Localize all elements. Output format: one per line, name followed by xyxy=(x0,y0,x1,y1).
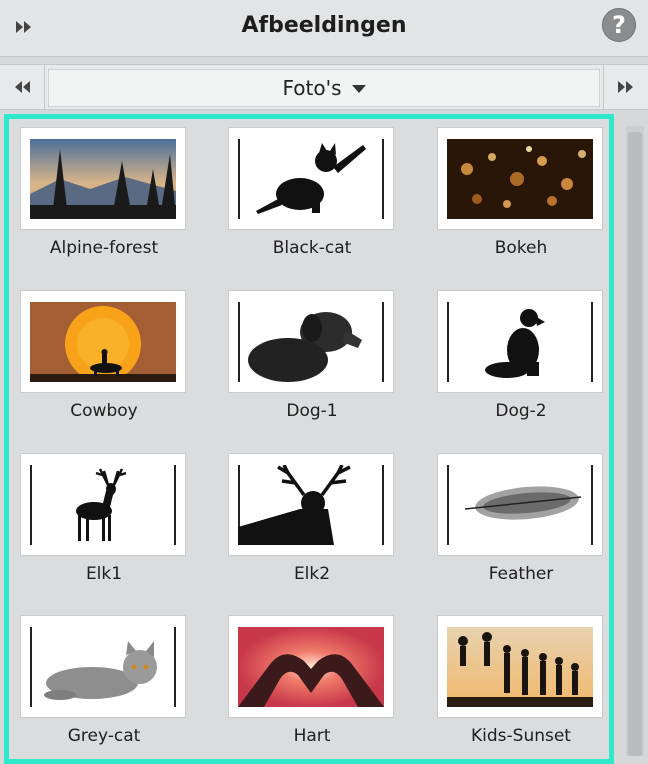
help-icon: ? xyxy=(612,11,626,39)
thumbnail-item[interactable]: Cowboy xyxy=(20,290,188,421)
thumbnail-item[interactable]: Black-cat xyxy=(228,127,396,258)
thumbnail-frame xyxy=(20,127,186,230)
thumbnail-label: Elk1 xyxy=(85,564,123,584)
thumbnail-item[interactable]: Elk2 xyxy=(228,453,396,584)
thumbnail-frame xyxy=(20,290,186,393)
grey-cat-photo xyxy=(30,626,176,707)
thumbnail-frame xyxy=(228,290,394,393)
thumbnail-item[interactable]: Alpine-forest xyxy=(20,127,188,258)
panel-title: Afbeeldingen xyxy=(241,13,407,38)
bokeh-lights-photo xyxy=(447,138,593,219)
thumbnail-label: Elk2 xyxy=(293,564,331,584)
dog-silhouette xyxy=(447,301,593,382)
category-dropdown[interactable]: Foto's xyxy=(48,69,600,107)
next-category-button[interactable] xyxy=(603,65,648,109)
kids-sunset-photo xyxy=(447,626,593,707)
thumbnail-frame xyxy=(228,615,394,718)
thumbnail-item[interactable]: Elk1 xyxy=(20,453,188,584)
thumbnail-label: Dog-1 xyxy=(286,401,338,421)
thumbnail-frame xyxy=(20,453,186,556)
thumbnail-label: Bokeh xyxy=(494,238,548,258)
thumbnail-frame xyxy=(437,290,603,393)
thumbnail-frame xyxy=(437,615,603,718)
feather-photo xyxy=(447,464,593,545)
elk-silhouette xyxy=(30,464,176,545)
double-chevron-left-icon xyxy=(15,81,30,93)
alpine-forest-photo xyxy=(30,138,176,219)
scrollbar-thumb[interactable] xyxy=(628,132,642,756)
double-chevron-right-icon xyxy=(618,81,633,93)
thumbnail-label: Grey-cat xyxy=(67,726,141,746)
help-button[interactable]: ? xyxy=(602,8,636,42)
previous-category-button[interactable] xyxy=(0,65,45,109)
thumbnail-item[interactable]: Hart xyxy=(228,615,396,746)
thumbnail-label: Hart xyxy=(293,726,331,746)
vertical-scrollbar[interactable] xyxy=(626,126,644,756)
thumbnail-item[interactable]: Bokeh xyxy=(437,127,605,258)
thumbnail-frame xyxy=(228,127,394,230)
thumbnail-item[interactable]: Kids-Sunset xyxy=(437,615,605,746)
thumbnail-label: Feather xyxy=(488,564,554,584)
thumbnail-item[interactable]: Grey-cat xyxy=(20,615,188,746)
category-navigation: Foto's xyxy=(0,64,648,110)
dog-photo xyxy=(238,301,384,382)
thumbnail-item[interactable]: Dog-1 xyxy=(228,290,396,421)
thumbnail-frame xyxy=(437,453,603,556)
thumbnail-frame xyxy=(437,127,603,230)
thumbnail-frame xyxy=(20,615,186,718)
thumbnail-item[interactable]: Feather xyxy=(437,453,605,584)
thumbnail-label: Dog-2 xyxy=(495,401,547,421)
thumbnail-label: Kids-Sunset xyxy=(471,726,571,746)
black-cat-silhouette xyxy=(238,138,384,219)
panel-header: Afbeeldingen ? xyxy=(0,0,648,57)
thumbnail-label: Alpine-forest xyxy=(49,238,159,258)
category-label: Foto's xyxy=(282,76,342,100)
elk-head-silhouette xyxy=(238,464,384,545)
thumbnail-label: Cowboy xyxy=(70,401,138,421)
cowboy-sunset-photo xyxy=(30,301,176,382)
thumbnail-label: Black-cat xyxy=(272,238,352,258)
caret-down-icon xyxy=(351,85,366,93)
thumbnail-item[interactable]: Dog-2 xyxy=(437,290,605,421)
thumbnail-frame xyxy=(228,453,394,556)
heart-hands-photo xyxy=(238,626,384,707)
